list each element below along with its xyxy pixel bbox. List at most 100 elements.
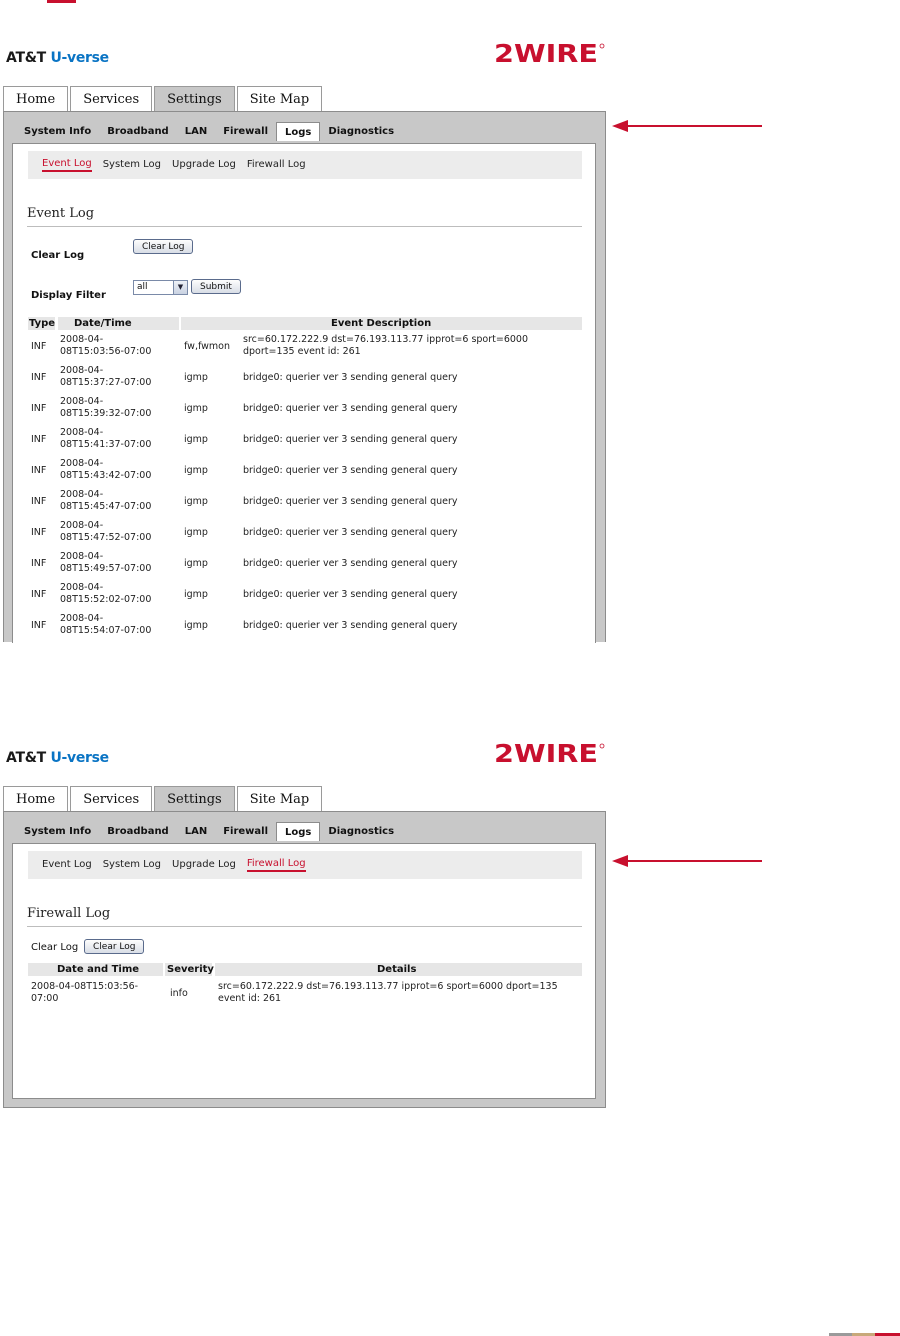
event-row-description: bridge0: querier ver 3 sending general q… [243,558,458,569]
subtab-firewall[interactable]: Firewall [215,822,276,841]
red-arrow-pointer-1 [612,120,762,132]
event-row-type: INF [31,403,47,414]
event-row-type: INF [31,620,47,631]
clear-log-button[interactable]: Clear Log [84,939,145,954]
tab-settings[interactable]: Settings [154,786,235,812]
subtab-diagnostics[interactable]: Diagnostics [320,122,402,141]
logtab-upgrade-log[interactable]: Upgrade Log [172,859,236,871]
page-title: Event Log [27,206,95,221]
tab-settings[interactable]: Settings [154,86,235,112]
logtab-system-log[interactable]: System Log [103,859,161,871]
event-row-description: bridge0: querier ver 3 sending general q… [243,434,458,445]
page-title: Firewall Log [27,906,111,921]
svg-text:2WIRE: 2WIRE [494,741,598,765]
display-filter-label: Display Filter [31,290,106,301]
event-row-type: INF [31,341,47,352]
main-tabs: Home Services Settings Site Map [3,786,324,812]
subtab-system-info[interactable]: System Info [16,122,99,141]
logtab-firewall-log[interactable]: Firewall Log [247,159,306,171]
event-row-description: bridge0: querier ver 3 sending general q… [243,403,458,414]
col-header-date-time: Date and Time [28,963,163,976]
title-divider [27,926,582,927]
subtab-system-info[interactable]: System Info [16,822,99,841]
event-row-type: INF [31,434,47,445]
fw-row-date: 2008-04-08T15:03:56- 07:00 [31,981,139,1004]
col-header-event-description: Event Description [181,317,582,330]
event-row-datetime: 2008-04- 08T15:03:56-07:00 [60,334,152,357]
event-row-datetime: 2008-04- 08T15:45:47-07:00 [60,489,152,512]
settings-panel: System Info Broadband LAN Firewall Logs … [3,111,606,643]
clear-log-label: Clear Log [31,250,85,261]
logtab-event-log[interactable]: Event Log [42,158,92,172]
event-row-type: INF [31,558,47,569]
red-arrow-pointer-2 [612,855,762,867]
fw-row-severity: info [170,988,188,999]
title-divider [27,226,582,227]
event-row-type: INF [31,496,47,507]
fw-row-details: src=60.172.222.9 dst=76.193.113.77 ippro… [218,981,558,1004]
event-row-source: igmp [184,558,208,569]
col-header-severity: Severity [165,963,214,976]
brand-att: AT&T [6,50,46,66]
2wire-logo: 2WIRE [494,41,605,65]
event-row-type: INF [31,589,47,600]
event-row-source: igmp [184,403,208,414]
event-row-datetime: 2008-04- 08T15:47:52-07:00 [60,520,152,543]
event-row-source: igmp [184,465,208,476]
tab-services[interactable]: Services [70,86,153,112]
event-row-datetime: 2008-04- 08T15:41:37-07:00 [60,427,152,450]
event-row-description: bridge0: querier ver 3 sending general q… [243,527,458,538]
subtab-logs[interactable]: Logs [276,822,321,841]
event-row-datetime: 2008-04- 08T15:37:27-07:00 [60,365,152,388]
event-row-description: bridge0: querier ver 3 sending general q… [243,372,458,383]
submit-button[interactable]: Submit [191,279,241,294]
event-row-description: bridge0: querier ver 3 sending general q… [243,620,458,631]
subtab-firewall[interactable]: Firewall [215,122,276,141]
event-row-datetime: 2008-04- 08T15:43:42-07:00 [60,458,152,481]
brand-uverse: U-verse [50,750,109,766]
2wire-logo: 2WIRE [494,741,605,765]
clear-log-button[interactable]: Clear Log [133,239,194,254]
event-row-source: igmp [184,496,208,507]
log-tabs: Event Log System Log Upgrade Log Firewal… [28,151,582,179]
log-tabs: Event Log System Log Upgrade Log Firewal… [28,851,582,879]
subtab-broadband[interactable]: Broadband [99,822,177,841]
svg-text:2WIRE: 2WIRE [494,41,598,65]
event-row-source: igmp [184,434,208,445]
subtab-diagnostics[interactable]: Diagnostics [320,822,402,841]
top-red-mark [47,0,76,3]
event-row-source: igmp [184,589,208,600]
chevron-down-icon: ▼ [173,281,187,294]
event-row-description: bridge0: querier ver 3 sending general q… [243,465,458,476]
subtab-lan[interactable]: LAN [177,122,215,141]
tab-site-map[interactable]: Site Map [236,86,323,112]
display-filter-value: all [137,282,148,292]
logtab-event-log[interactable]: Event Log [42,859,92,871]
subtab-broadband[interactable]: Broadband [99,122,177,141]
event-row-description: bridge0: querier ver 3 sending general q… [243,589,458,600]
event-row-datetime: 2008-04- 08T15:52:02-07:00 [60,582,152,605]
settings-panel: System Info Broadband LAN Firewall Logs … [3,811,606,1108]
event-row-datetime: 2008-04- 08T15:54:07-07:00 [60,613,152,636]
event-row-type: INF [31,465,47,476]
event-row-datetime: 2008-04- 08T15:39:32-07:00 [60,396,152,419]
tab-home[interactable]: Home [3,786,69,812]
event-row-source: igmp [184,620,208,631]
logtab-upgrade-log[interactable]: Upgrade Log [172,159,236,171]
tab-site-map[interactable]: Site Map [236,786,323,812]
sub-tabs: System Info Broadband LAN Firewall Logs … [16,822,402,841]
event-row-source: igmp [184,527,208,538]
logtab-system-log[interactable]: System Log [103,159,161,171]
event-row-source: fw,fwmon [184,341,231,352]
tab-services[interactable]: Services [70,786,153,812]
subtab-lan[interactable]: LAN [177,822,215,841]
logs-content: Event Log System Log Upgrade Log Firewal… [12,843,596,1099]
logtab-firewall-log[interactable]: Firewall Log [246,858,306,872]
tab-home[interactable]: Home [3,86,69,112]
att-uverse-logo: AT&T U-verse [6,750,109,766]
event-row-description: bridge0: querier ver 3 sending general q… [243,496,458,507]
event-row-source: igmp [184,372,208,383]
display-filter-select[interactable]: all ▼ [133,280,188,295]
subtab-logs[interactable]: Logs [276,122,321,141]
event-row-description: src=60.172.222.9 dst=76.193.113.77 ippro… [243,334,529,357]
